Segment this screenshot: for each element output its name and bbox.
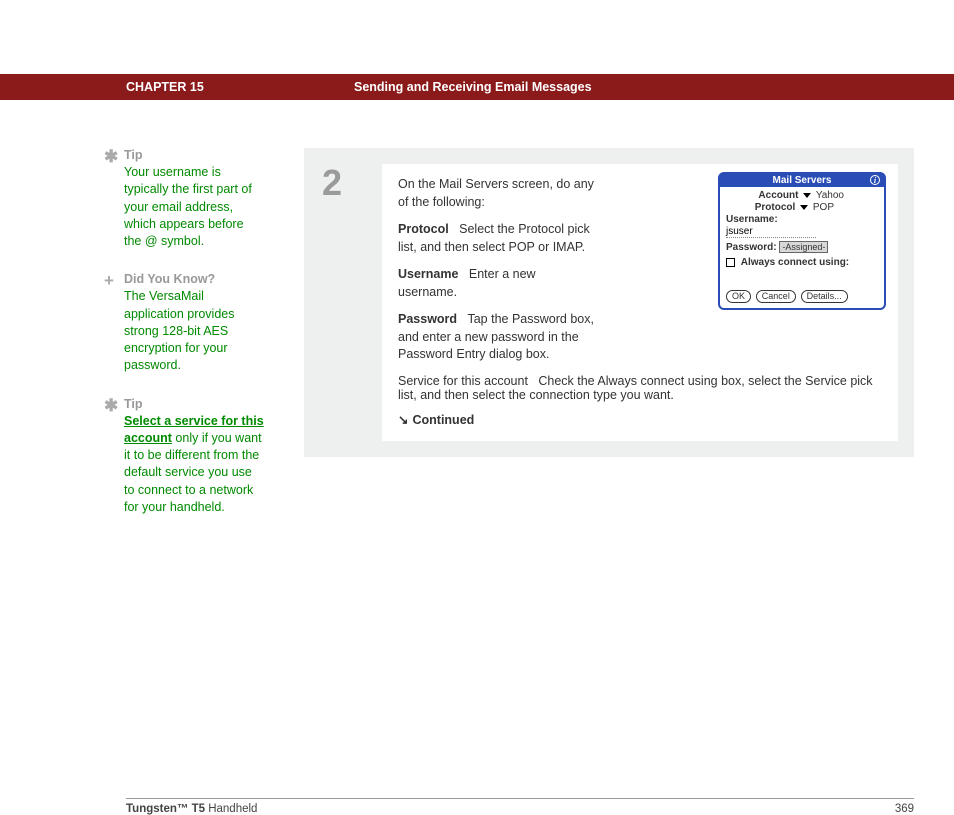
- did-you-know-body: The VersaMail application provides stron…: [124, 288, 264, 374]
- sidebar-tips: ✱ Tip Your username is typically the fir…: [104, 148, 304, 538]
- step-content: On the Mail Servers screen, do any of th…: [382, 164, 898, 441]
- tip-block: ✱ Tip Select a service for this account …: [104, 397, 264, 517]
- step-item: Password Tap the Password box, and enter…: [398, 311, 598, 364]
- did-you-know-heading: Did You Know?: [124, 272, 264, 286]
- chapter-title: Sending and Receiving Email Messages: [354, 80, 592, 94]
- asterisk-icon: ✱: [104, 397, 118, 414]
- password-box: -Assigned-: [779, 241, 828, 253]
- step-text: On the Mail Servers screen, do any of th…: [398, 176, 598, 364]
- tip-heading: Tip: [124, 148, 264, 162]
- screenshot-body: Account Yahoo Protocol POP Username:: [720, 187, 884, 308]
- step-item-label: Password: [398, 312, 457, 326]
- step-panel: 2 On the Mail Servers screen, do any of …: [304, 148, 914, 457]
- screenshot-button-row: OK Cancel Details...: [726, 290, 878, 303]
- product-bold: Tungsten™ T5: [126, 803, 205, 815]
- tip-body: Select a service for this account only i…: [124, 413, 264, 517]
- main-column: 2 On the Mail Servers screen, do any of …: [304, 148, 914, 538]
- asterisk-icon: ✱: [104, 148, 118, 165]
- always-connect-label: Always connect using:: [741, 257, 849, 268]
- info-icon: i: [870, 175, 880, 185]
- page-footer: Tungsten™ T5 Handheld 369: [126, 798, 914, 815]
- product-name: Tungsten™ T5 Handheld: [126, 803, 257, 815]
- dropdown-icon: [803, 193, 811, 198]
- step-item-label: Service for this account: [398, 374, 528, 388]
- screenshot-title: Mail Servers: [773, 175, 832, 186]
- chapter-number: CHAPTER 15: [126, 80, 354, 94]
- details-button: Details...: [801, 290, 848, 303]
- step-number: 2: [322, 162, 342, 204]
- step-item: Protocol Select the Protocol pick list, …: [398, 221, 598, 256]
- continued-label: Continued: [412, 413, 474, 427]
- step-item-service: Service for this account Check the Alway…: [398, 374, 882, 402]
- continued-arrow-icon: ↘: [398, 412, 408, 427]
- tip-heading: Tip: [124, 397, 264, 411]
- screenshot-title-bar: Mail Servers i: [720, 174, 884, 187]
- step-intro: On the Mail Servers screen, do any of th…: [398, 176, 598, 211]
- username-field: jsuser: [726, 226, 816, 238]
- username-label: Username:: [726, 214, 778, 225]
- account-label: Account: [758, 190, 798, 201]
- password-label: Password:: [726, 242, 777, 253]
- ok-button: OK: [726, 290, 751, 303]
- mail-servers-screenshot: Mail Servers i Account Yahoo Protocol PO…: [718, 172, 886, 310]
- plus-icon: +: [104, 272, 114, 289]
- did-you-know-block: + Did You Know? The VersaMail applicatio…: [104, 272, 264, 374]
- checkbox-icon: [726, 258, 735, 267]
- protocol-value: POP: [813, 202, 834, 213]
- cancel-button: Cancel: [756, 290, 796, 303]
- step-item-label: Protocol: [398, 222, 449, 236]
- product-rest: Handheld: [205, 803, 257, 815]
- continued-indicator: ↘ Continued: [398, 412, 882, 427]
- tip-body: Your username is typically the first par…: [124, 164, 264, 250]
- dropdown-icon: [800, 205, 808, 210]
- account-value: Yahoo: [816, 190, 844, 201]
- step-item: Username Enter a new username.: [398, 266, 598, 301]
- page-number: 369: [895, 803, 914, 815]
- step-item-label: Username: [398, 267, 458, 281]
- chapter-header: CHAPTER 15 Sending and Receiving Email M…: [0, 74, 954, 100]
- tip-block: ✱ Tip Your username is typically the fir…: [104, 148, 264, 250]
- protocol-label: Protocol: [755, 202, 796, 213]
